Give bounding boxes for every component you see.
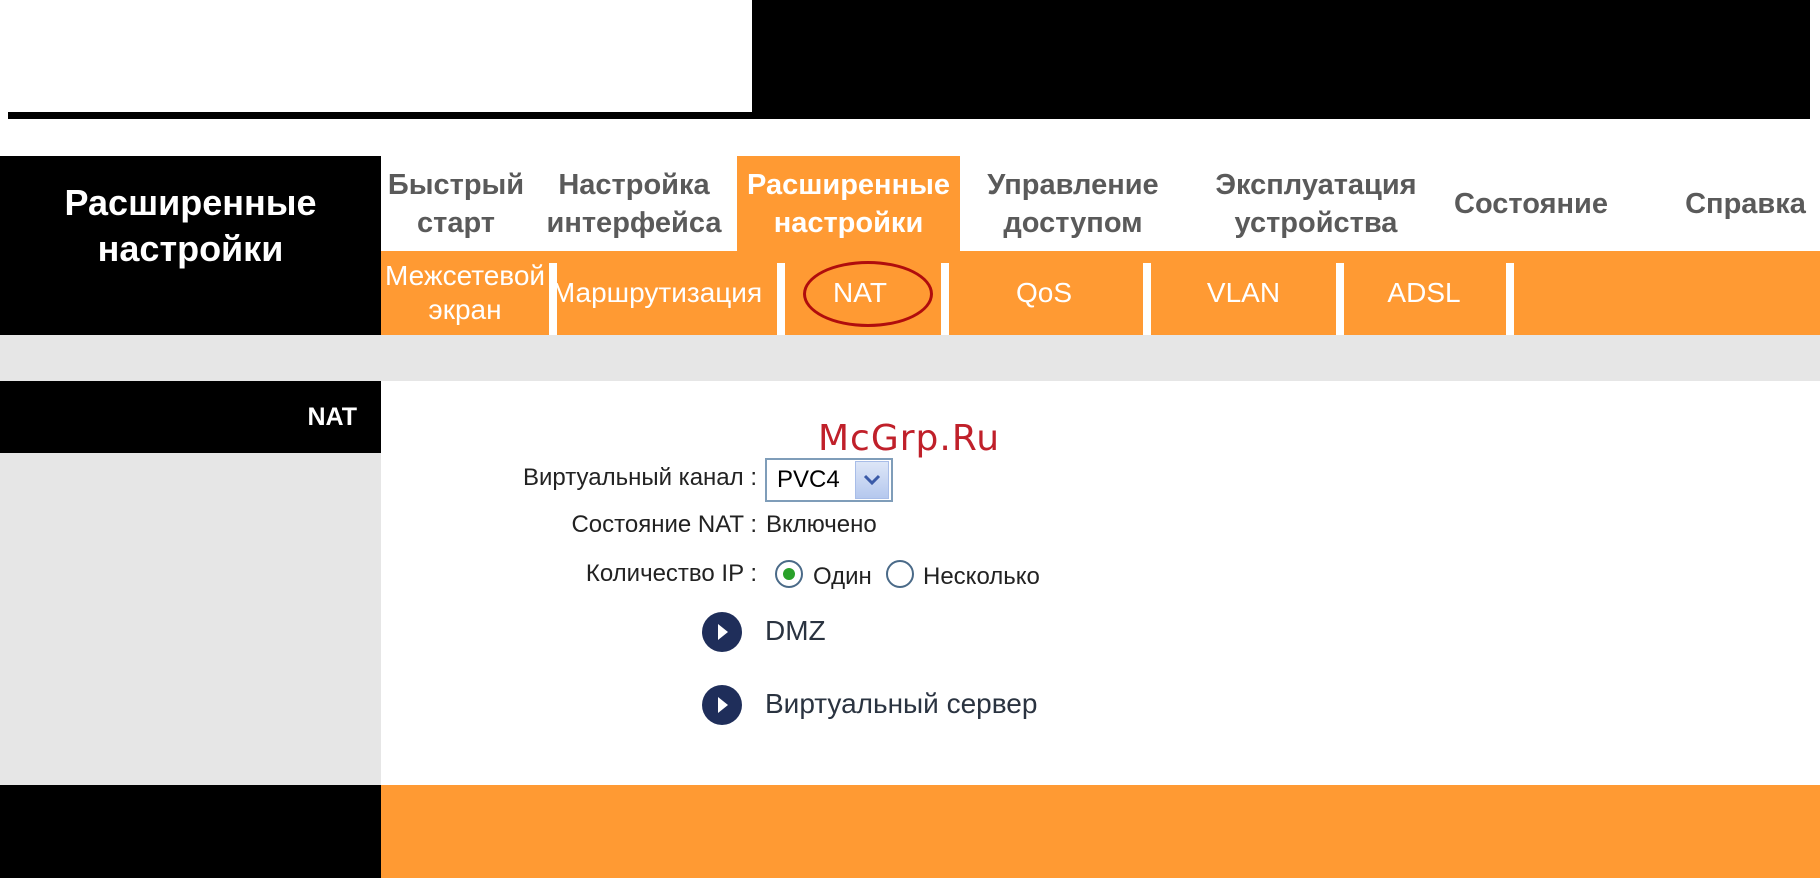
subtab-label: экран <box>428 294 502 325</box>
tab-interface-setup[interactable]: Настройка интерфейса <box>539 156 729 251</box>
section-label-nat: NAT <box>0 381 381 453</box>
virtual-server-arrow-icon[interactable] <box>702 685 742 725</box>
tab-maintenance[interactable]: Эксплуатация устройства <box>1201 156 1431 251</box>
spacer-band <box>0 335 1820 381</box>
virtual-channel-label: Виртуальный канал : <box>523 464 757 491</box>
subtab-divider <box>1506 263 1514 335</box>
section-title: Расширенные настройки <box>0 156 381 335</box>
subtab-label: VLAN <box>1206 277 1281 308</box>
tab-access-management[interactable]: Управление доступом <box>967 156 1179 251</box>
tab-quick-start[interactable]: Быстрый старт <box>381 156 531 251</box>
subtab-vlan[interactable]: VLAN <box>1151 251 1336 335</box>
subtab-divider <box>1336 263 1344 335</box>
nat-highlight-ellipse <box>803 261 933 327</box>
subtab-label: ADSL <box>1387 277 1461 308</box>
ip-multiple-radio[interactable] <box>886 560 914 588</box>
subtab-routing[interactable]: Маршрутизация <box>552 251 762 335</box>
ip-count-label: Количество IP : <box>585 560 757 587</box>
tab-label: старт <box>417 206 495 239</box>
section-title-line1: Расширенные <box>64 181 317 223</box>
section-title-line2: настройки <box>97 227 284 269</box>
tab-label: доступом <box>1003 206 1143 239</box>
watermark: McGrp.Ru <box>818 418 1001 459</box>
virtual-channel-select[interactable]: PVC4 <box>765 458 893 502</box>
subtab-divider <box>941 263 949 335</box>
tab-help[interactable]: Справка <box>1671 156 1820 251</box>
tab-label: Эксплуатация <box>1215 168 1417 201</box>
ip-single-radio[interactable] <box>775 560 803 588</box>
tab-label: Настройка <box>558 168 710 201</box>
tab-label: Расширенные <box>747 168 950 201</box>
subtab-adsl[interactable]: ADSL <box>1344 251 1504 335</box>
tab-label: Справка <box>1685 187 1806 220</box>
footer-bar <box>381 785 1820 878</box>
main-nav: Быстрый старт Настройка интерфейса Расшире… <box>381 156 1820 251</box>
tab-label: настройки <box>773 206 924 239</box>
ip-single-label: Один <box>813 563 872 590</box>
dmz-link[interactable]: DMZ <box>765 615 826 647</box>
virtual-server-link[interactable]: Виртуальный сервер <box>765 688 1037 720</box>
subtab-firewall[interactable]: Межсетевой экран <box>381 251 549 335</box>
subtab-label: Межсетевой <box>384 260 546 291</box>
ip-multiple-label: Несколько <box>923 563 1040 590</box>
header-divider <box>8 112 1810 119</box>
nat-state-label: Состояние NAT : <box>571 511 757 538</box>
tab-label: Состояние <box>1454 187 1608 220</box>
subtab-divider <box>1143 263 1151 335</box>
tab-label: Быстрый <box>387 168 525 201</box>
footer-left <box>0 785 381 878</box>
tab-advanced-setup[interactable]: Расширенные настройки <box>737 156 960 251</box>
nat-state-value: Включено <box>766 511 877 538</box>
tab-status[interactable]: Состояние <box>1441 156 1621 251</box>
tab-label: Управление <box>987 168 1159 201</box>
dmz-arrow-icon[interactable] <box>702 612 742 652</box>
tab-label: интерфейса <box>546 206 722 239</box>
sub-nav: Межсетевой экран Маршрутизация NAT QoS VL… <box>381 251 1820 335</box>
subtab-label: Маршрутизация <box>551 277 763 308</box>
tab-label: устройства <box>1234 206 1398 239</box>
subtab-divider <box>777 263 785 335</box>
subtab-qos[interactable]: QoS <box>949 251 1139 335</box>
router-admin-page: Расширенные настройки Быстрый старт Настр… <box>0 0 1820 878</box>
subtab-label: QoS <box>1015 277 1073 308</box>
header-banner <box>752 0 1810 118</box>
chevron-down-icon <box>855 461 889 499</box>
virtual-channel-value: PVC4 <box>777 466 840 493</box>
